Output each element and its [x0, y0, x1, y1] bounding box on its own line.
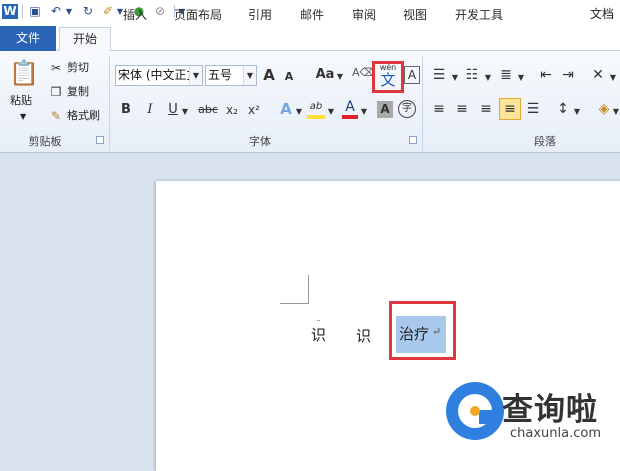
chinese-layout-dropdown-icon[interactable]: ▼ [609, 68, 617, 88]
format-painter-button[interactable]: 格式刷 [67, 108, 107, 124]
group-separator [109, 56, 110, 151]
ruby-char-1[interactable]: ·· 识 [311, 318, 326, 345]
paragraph-mark: ↵ [432, 325, 442, 338]
scissors-icon[interactable]: ✂ [48, 58, 64, 78]
change-case-dropdown-icon[interactable]: ▼ [336, 67, 344, 87]
tab-insert[interactable]: 插入 [118, 5, 152, 27]
align-center-icon[interactable]: ≡ [453, 99, 471, 119]
tab-home[interactable]: 开始 [59, 27, 111, 52]
bullets-dropdown-icon[interactable]: ▼ [451, 68, 459, 88]
multilevel-dropdown-icon[interactable]: ▼ [517, 68, 525, 88]
change-case-icon[interactable]: Aa [314, 65, 336, 85]
copy-button[interactable]: 复制 [67, 84, 103, 100]
chevron-down-icon: ▼ [189, 66, 202, 85]
margin-corner-line [280, 303, 309, 304]
character-shading-icon[interactable]: A [377, 101, 393, 118]
font-color-icon[interactable]: A [342, 99, 358, 119]
line-spacing-icon[interactable]: ↕ [554, 99, 572, 119]
bold-button[interactable]: B [119, 100, 133, 120]
save-icon[interactable]: ▣ [27, 4, 43, 19]
tab-review[interactable]: 审阅 [347, 5, 381, 27]
copy-icon[interactable]: ❐ [48, 82, 64, 102]
paste-dropdown-icon[interactable]: ▼ [20, 109, 30, 125]
tab-view[interactable]: 视图 [398, 5, 432, 27]
window-title: 文档 [589, 7, 614, 21]
tab-references[interactable]: 引用 [243, 5, 277, 27]
phonetic-guide-icon[interactable]: 文 [377, 70, 399, 90]
text-effects-icon[interactable]: A [277, 99, 295, 119]
watermark-logo-dot [470, 406, 480, 416]
tab-mailings[interactable]: 邮件 [295, 5, 329, 27]
font-size-select[interactable]: 五号 ▼ [205, 65, 257, 86]
font-name-select[interactable]: 宋体 (中文正文) ▼ [115, 65, 203, 86]
undo-dropdown-icon[interactable]: ▼ [65, 4, 73, 19]
underline-dropdown-icon[interactable]: ▼ [181, 102, 189, 122]
group-separator [422, 56, 423, 151]
paragraph-group-label: 段落 [534, 135, 556, 148]
watermark-url: chaxunla.com [510, 426, 601, 441]
clipboard-group-label: 剪贴板 [28, 135, 62, 148]
doc-char-2[interactable]: 识 [356, 325, 371, 346]
selected-text[interactable]: 治疗 [399, 323, 429, 344]
doc-char-1: 识 [311, 326, 327, 344]
shrink-font-icon[interactable]: A [282, 67, 296, 87]
clipboard-launcher-icon[interactable] [96, 136, 104, 144]
format-painter-icon[interactable]: ✎ [48, 106, 64, 126]
format-painter-qa-icon[interactable]: ✐ [100, 4, 116, 19]
line-spacing-dropdown-icon[interactable]: ▼ [573, 102, 581, 122]
character-border-icon[interactable]: A [404, 66, 420, 84]
separator [22, 5, 23, 18]
chevron-down-icon: ▼ [243, 66, 256, 85]
font-color-dropdown-icon[interactable]: ▼ [360, 102, 368, 122]
justify-icon[interactable]: ≡ [499, 98, 521, 120]
clear-format-icon[interactable]: A⌫ [352, 63, 375, 83]
enclose-characters-icon[interactable]: 字 [398, 100, 416, 118]
grow-font-icon[interactable]: A [261, 65, 277, 85]
font-size-value: 五号 [208, 68, 233, 82]
chinese-layout-icon[interactable]: ✕ [589, 65, 607, 85]
eraser-icon[interactable]: ⊘ [152, 4, 168, 19]
distributed-icon[interactable]: ☰ [524, 99, 542, 119]
subscript-button[interactable]: x₂ [223, 100, 241, 120]
decrease-indent-icon[interactable]: ⇤ [537, 65, 555, 85]
underline-button[interactable]: U [166, 100, 180, 120]
word-app-icon[interactable]: W [2, 4, 18, 19]
watermark-logo-gap [479, 410, 501, 424]
tab-file[interactable]: 文件 [0, 26, 56, 51]
paste-icon[interactable]: 📋 [9, 57, 39, 89]
tab-page-layout[interactable]: 页面布局 [168, 5, 228, 27]
numbering-dropdown-icon[interactable]: ▼ [484, 68, 492, 88]
redo-icon[interactable]: ↻ [80, 4, 96, 19]
increase-indent-icon[interactable]: ⇥ [559, 65, 577, 85]
font-group-label: 字体 [249, 135, 271, 148]
bullets-icon[interactable]: ☰ [430, 65, 448, 85]
highlight-dropdown-icon[interactable]: ▼ [327, 102, 335, 122]
paste-button[interactable]: 粘贴 [10, 93, 40, 109]
highlight-icon[interactable]: ab [307, 99, 325, 119]
undo-icon[interactable]: ↶ [48, 4, 64, 19]
align-left-icon[interactable]: ≡ [430, 99, 448, 119]
numbering-icon[interactable]: ☷ [463, 65, 481, 85]
multilevel-list-icon[interactable]: ≣ [497, 65, 515, 85]
cut-button[interactable]: 剪切 [67, 60, 103, 76]
tab-developer[interactable]: 开发工具 [450, 5, 508, 27]
align-right-icon[interactable]: ≡ [477, 99, 495, 119]
watermark-name: 查询啦 [502, 392, 598, 428]
margin-corner-mark [280, 275, 309, 304]
italic-button[interactable]: I [143, 100, 157, 120]
strikethrough-button[interactable]: abc [197, 100, 219, 120]
superscript-button[interactable]: x² [245, 100, 263, 120]
font-launcher-icon[interactable] [409, 136, 417, 144]
shading-dropdown-icon[interactable]: ▼ [612, 102, 620, 122]
text-effects-dropdown-icon[interactable]: ▼ [295, 102, 303, 122]
shading-icon[interactable]: ◈ [595, 99, 613, 119]
